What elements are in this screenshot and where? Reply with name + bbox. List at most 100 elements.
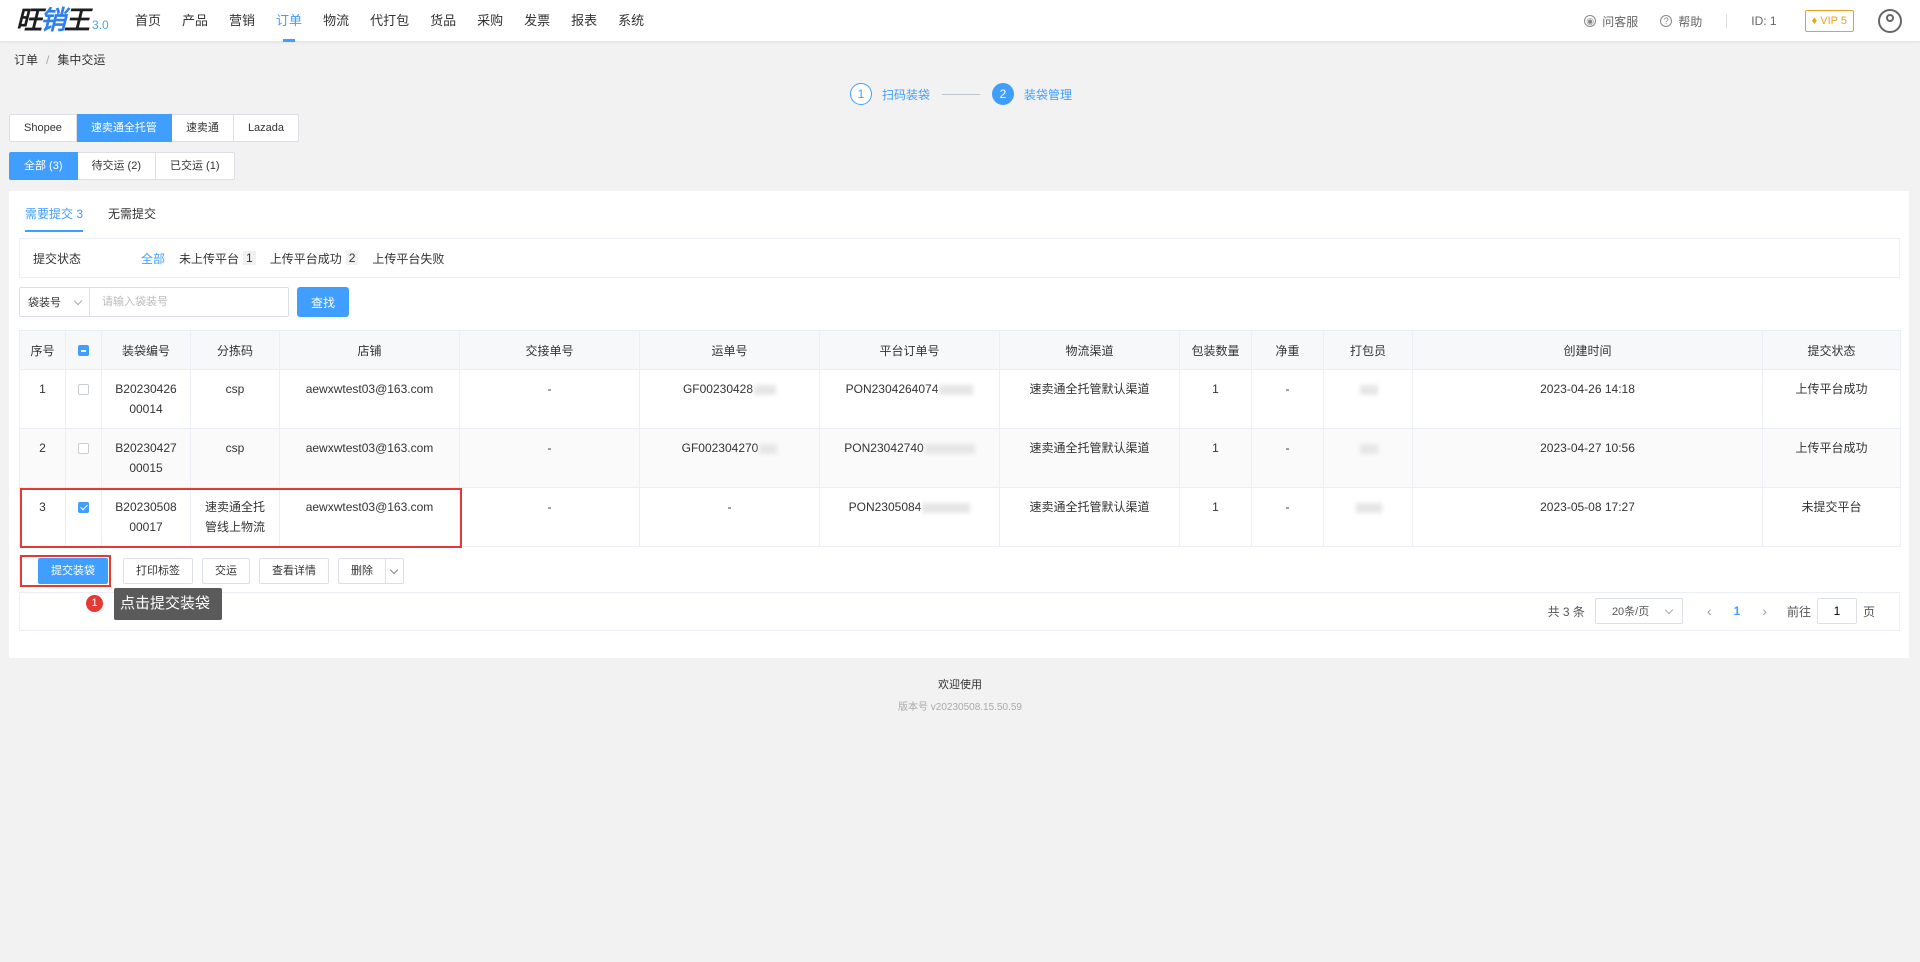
redacted <box>1359 443 1378 454</box>
help-link[interactable]: ? 帮助 <box>1660 13 1702 30</box>
cell-weight: - <box>1251 369 1324 429</box>
row-checkbox[interactable] <box>78 443 89 455</box>
redacted <box>939 384 974 395</box>
status-tabs: 全部 (3) 待交运 (2) 已交运 (1) <box>9 152 235 180</box>
cell-status: 未提交平台 <box>1762 487 1901 547</box>
search-field-select[interactable]: 袋装号 <box>19 287 89 317</box>
cell-channel: 速卖通全托管默认渠道 <box>999 428 1180 488</box>
version-text: 版本号 v20230508.15.50.59 <box>898 702 1022 713</box>
nav-item-marketing[interactable]: 营销 <box>229 0 255 42</box>
view-detail-button[interactable]: 查看详情 <box>259 558 329 584</box>
filter-option-not-uploaded[interactable]: 未上传平台 1 <box>179 250 256 267</box>
cell-created: 2023-04-26 14:18 <box>1412 369 1763 429</box>
chevron-down-icon <box>1664 605 1674 614</box>
divider <box>1726 14 1728 28</box>
nav-item-purchase[interactable]: 采购 <box>477 0 503 42</box>
cell-channel: 速卖通全托管默认渠道 <box>999 369 1180 429</box>
step-1-circle: 1 <box>850 83 872 105</box>
status-tab-shipped[interactable]: 已交运 (1) <box>156 152 235 180</box>
page-number[interactable]: 1 <box>1734 604 1741 618</box>
col-header-sort-code: 分拣码 <box>190 330 280 370</box>
platform-tab-shopee[interactable]: Shopee <box>9 114 77 142</box>
status-tab-all[interactable]: 全部 (3) <box>9 152 78 180</box>
search-button[interactable]: 查找 <box>297 287 350 317</box>
next-page-icon[interactable]: › <box>1762 603 1767 619</box>
count-badge: 2 <box>345 251 359 265</box>
nav-item-logistics[interactable]: 物流 <box>323 0 349 42</box>
redacted <box>759 443 778 454</box>
chevron-down-icon <box>73 296 83 305</box>
col-header-no: 序号 <box>19 330 66 370</box>
cell-platform-order: PON2304264074 <box>819 369 1000 429</box>
cell-packer <box>1323 428 1413 488</box>
chevron-down-icon[interactable] <box>386 558 404 584</box>
prev-page-icon[interactable]: ‹ <box>1707 603 1712 619</box>
step-2-label[interactable]: 装袋管理 <box>1024 86 1072 103</box>
status-tab-pending[interactable]: 待交运 (2) <box>77 152 156 180</box>
customer-service-label: 问客服 <box>1602 14 1639 29</box>
user-id: ID: 1 <box>1751 14 1777 28</box>
col-header-packer: 打包员 <box>1323 330 1413 370</box>
nav-item-home[interactable]: 首页 <box>135 0 161 42</box>
page-size-select[interactable]: 20条/页 <box>1594 598 1683 624</box>
filter-option-all[interactable]: 全部 <box>141 250 165 267</box>
top-bar: 旺销王 3.0 首页 产品 营销 订单 物流 代打包 货品 采购 发票 报表 系… <box>0 0 1920 42</box>
cell-bag-no: B20230426 00014 <box>101 369 191 429</box>
breadcrumb-root[interactable]: 订单 <box>14 53 38 67</box>
filter-option-upload-failed[interactable]: 上传平台失败 <box>372 250 444 267</box>
nav-item-invoice[interactable]: 发票 <box>524 0 550 42</box>
row-checkbox[interactable] <box>78 384 89 396</box>
select-all-checkbox[interactable] <box>78 345 89 357</box>
app-logo[interactable]: 旺销王 3.0 <box>16 8 109 34</box>
vip-badge[interactable]: ♦ VIP 5 <box>1804 10 1854 32</box>
ship-button[interactable]: 交运 <box>202 558 250 584</box>
cell-qty: 1 <box>1179 369 1252 429</box>
nav-item-goods[interactable]: 货品 <box>430 0 456 42</box>
cell-select <box>65 369 102 429</box>
step-2-circle: 2 <box>992 83 1015 105</box>
user-avatar-icon[interactable] <box>1878 9 1902 33</box>
cell-created: 2023-04-27 10:56 <box>1412 428 1763 488</box>
cell-platform-order: PON2305084 <box>819 487 1000 547</box>
table-header-row: 序号 装袋编号 分拣码 店铺 交接单号 运单号 平台订单号 物流渠道 包装数量 … <box>19 330 1901 370</box>
goto-page-input[interactable] <box>1816 598 1857 624</box>
pagination-bar: 共 3 条 20条/页 ‹ 1 › 前往 页 <box>19 592 1900 631</box>
bag-number-input[interactable] <box>89 287 289 317</box>
subtab-need-submit[interactable]: 需要提交 3 <box>25 205 84 232</box>
col-header-weight: 净重 <box>1251 330 1324 370</box>
customer-service-link[interactable]: ◉ 问客服 <box>1584 13 1638 30</box>
cell-handover: - <box>459 369 640 429</box>
submit-button-highlight-box <box>20 555 111 587</box>
nav-item-orders[interactable]: 订单 <box>276 0 302 42</box>
cell-waybill: - <box>639 487 820 547</box>
search-row: 袋装号 查找 <box>19 287 350 317</box>
nav-item-packing[interactable]: 代打包 <box>370 0 409 42</box>
print-label-button[interactable]: 打印标签 <box>123 558 193 584</box>
platform-tab-aliexpress-full[interactable]: 速卖通全托管 <box>76 114 172 142</box>
col-header-shop: 店铺 <box>279 330 460 370</box>
cell-weight: - <box>1251 428 1324 488</box>
top-right-area: ◉ 问客服 ? 帮助 ID: 1 ♦ VIP 5 <box>1584 0 1920 42</box>
submit-subtabs: 需要提交 3 无需提交 <box>25 205 181 232</box>
cell-status: 上传平台成功 <box>1762 369 1901 429</box>
platform-tab-lazada[interactable]: Lazada <box>233 114 300 142</box>
subtab-no-submit[interactable]: 无需提交 <box>108 205 156 232</box>
diamond-icon: ♦ <box>1811 15 1821 27</box>
nav-item-product[interactable]: 产品 <box>182 0 208 42</box>
table-row[interactable]: 2 B20230427 00015 csp aewxwtest03@163.co… <box>19 428 1901 488</box>
nav-item-system[interactable]: 系统 <box>618 0 644 42</box>
cell-status: 上传平台成功 <box>1762 428 1901 488</box>
col-header-platform-order: 平台订单号 <box>819 330 1000 370</box>
platform-tab-aliexpress[interactable]: 速卖通 <box>171 114 234 142</box>
nav-item-reports[interactable]: 报表 <box>571 0 597 42</box>
delete-button[interactable]: 删除 <box>338 558 386 584</box>
step-1-label[interactable]: 扫码装袋 <box>882 86 930 103</box>
page-footer: 欢迎使用 版本号 v20230508.15.50.59 <box>0 676 1920 713</box>
step-connector <box>942 93 981 95</box>
cell-waybill: GF00230428 <box>639 369 820 429</box>
breadcrumb-current: 集中交运 <box>57 53 106 67</box>
vip-label: VIP 5 <box>1820 15 1847 27</box>
table-row[interactable]: 1 B20230426 00014 csp aewxwtest03@163.co… <box>19 369 1901 429</box>
main-nav: 首页 产品 营销 订单 物流 代打包 货品 采购 发票 报表 系统 <box>135 0 665 42</box>
filter-option-upload-success[interactable]: 上传平台成功 2 <box>270 250 359 267</box>
